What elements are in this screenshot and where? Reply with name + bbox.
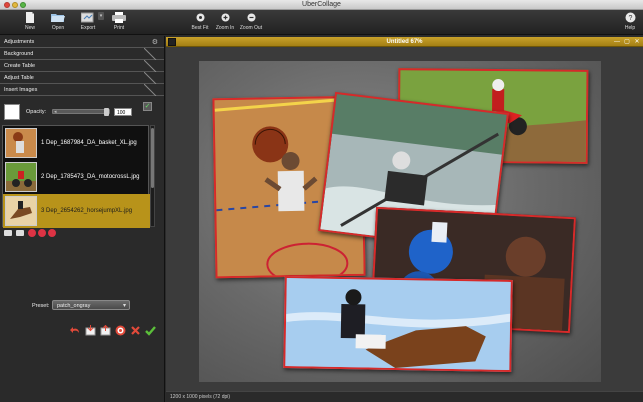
section-tab-icon [144,48,157,60]
gear-icon[interactable]: ⚙ [152,38,158,46]
clear-icon[interactable] [48,229,56,237]
preset-label: Preset: [32,303,50,309]
app-window: UberCollage New Open Export ▾ Print Best… [0,0,643,402]
basketball-thumbnail [5,128,37,158]
open-button[interactable]: Open [45,12,71,31]
chevron-down-icon: ▾ [122,303,126,309]
left-panel: Adjustments ⚙ Background Create Table Ad… [0,36,165,402]
section-tab-icon [144,84,157,96]
opacity-color-swatch[interactable] [4,104,20,120]
image-name: 2 Dep_1785473_DA_motocrossL.jpg [41,174,140,180]
export-icon [81,12,94,23]
canvas-size-status: 1200 x 1000 pixels (72 dpi) [170,394,231,400]
svg-text:?: ? [628,15,632,22]
target-icon[interactable] [115,325,126,336]
horse-jump-image [285,278,513,372]
open-folder-icon [51,14,65,22]
section-insert-images[interactable]: Insert Images [0,84,164,96]
section-label: Insert Images [4,87,38,93]
best-fit-icon [196,13,204,22]
image-list-scrollbar[interactable] [150,125,155,227]
restore-icon[interactable]: ▢ [623,38,631,46]
zoom-in-button[interactable]: Zoom In [212,12,238,31]
image-name: 1 Dep_1687984_DA_basket_XL.jpg [41,140,137,146]
delete-icon[interactable] [130,325,141,336]
motocross-thumbnail [5,162,37,192]
export-menu-arrow[interactable]: ▾ [98,12,104,20]
image-view-alt-icon[interactable] [16,230,24,236]
main-toolbar: New Open Export ▾ Print Best Fit Zoom In… [0,10,643,35]
canvas-area[interactable] [166,47,643,391]
title-bar: UberCollage [0,0,643,10]
document-title-bar: Untitled 67% — ▢ ✕ [166,37,643,47]
export-label: Export [80,25,96,31]
zoom-in-icon [221,13,229,22]
image-name: 3 Dep_2654262_horsejumpXL.jpg [41,208,133,214]
minimize-icon[interactable]: — [613,38,621,46]
best-fit-button[interactable]: Best Fit [187,12,213,31]
slider-left-arrow-icon[interactable]: ◂ [54,109,57,115]
opacity-value-field[interactable]: 100 [114,108,132,116]
open-label: Open [51,25,65,31]
zoom-out-label: Zoom Out [239,25,263,31]
remove-icon[interactable] [28,229,36,237]
section-tab-icon [144,72,157,84]
zoom-out-button[interactable]: Zoom Out [238,12,264,31]
horse-jump-photo[interactable] [283,276,513,372]
new-button[interactable]: New [17,12,43,31]
new-document-icon [26,12,34,23]
help-label: Help [624,25,636,31]
section-adjust-table[interactable]: Adjust Table [0,72,164,84]
section-tab-icon [144,60,157,72]
opacity-label: Opacity: [26,109,47,115]
preset-select[interactable]: patch_ongray ▾ [52,300,130,310]
preset-value: patch_ongray [57,303,91,309]
help-icon: ? [625,12,635,23]
best-fit-label: Best Fit [191,25,209,31]
section-create-table[interactable]: Create Table [0,60,164,72]
list-item[interactable]: 3 Dep_2654262_horsejumpXL.jpg [3,194,150,228]
section-background[interactable]: Background [0,48,164,60]
print-button[interactable]: Print [106,12,132,31]
zoom-in-label: Zoom In [215,25,235,31]
help-button[interactable]: ? Help [617,12,643,31]
undo-icon[interactable] [70,325,81,336]
list-item[interactable]: 2 Dep_1785473_DA_motocrossL.jpg [3,160,150,194]
image-list: 1 Dep_1687984_DA_basket_XL.jpg 2 Dep_178… [2,125,150,228]
opacity-slider[interactable]: ◂ [52,108,110,116]
scrollbar-thumb[interactable] [151,128,154,188]
window-title: UberCollage [302,1,341,8]
printer-icon [112,12,126,23]
section-label: Adjust Table [4,75,34,81]
status-bar: 1200 x 1000 pixels (72 dpi) [166,391,643,402]
section-label: Create Table [4,63,36,69]
section-label: Background [4,51,34,57]
new-label: New [24,25,35,31]
apply-checkmark-icon[interactable]: ✓ [143,102,152,111]
document-window: Untitled 67% — ▢ ✕ 1200 x 1000 pixels (7… [166,37,643,402]
close-icon[interactable]: ✕ [633,38,641,46]
section-label: Adjustments [4,39,35,45]
zoom-out-icon [247,13,255,22]
opacity-slider-thumb[interactable] [104,108,109,116]
section-adjustments[interactable]: Adjustments ⚙ [0,36,164,48]
list-item[interactable]: 1 Dep_1687984_DA_basket_XL.jpg [3,126,150,160]
export-image-icon[interactable] [100,325,111,336]
image-view-icon[interactable] [4,230,12,236]
horse-jump-thumbnail [5,196,37,226]
print-label: Print [113,25,125,31]
document-title: Untitled 67% [386,39,423,45]
remove-all-icon[interactable] [38,229,46,237]
confirm-check-icon[interactable] [145,325,156,336]
import-image-icon[interactable] [85,325,96,336]
